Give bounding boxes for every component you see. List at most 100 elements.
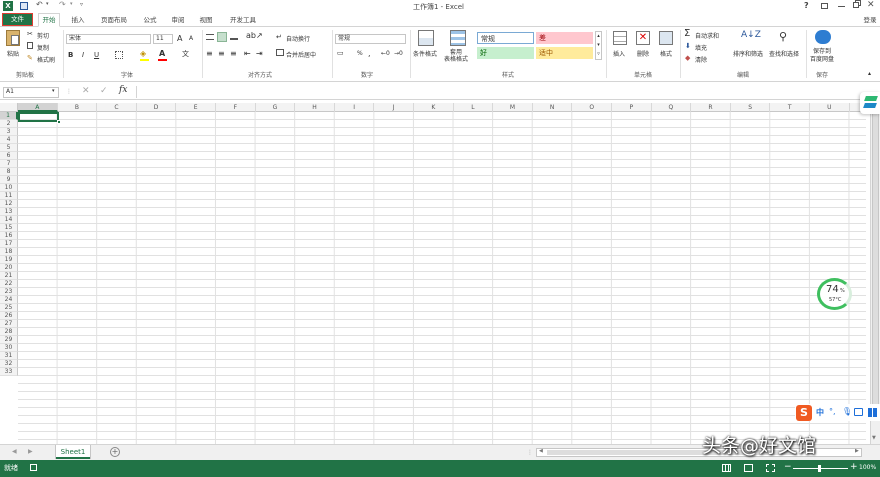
scroll-right-icon[interactable]: ▶ — [855, 448, 859, 454]
find-select-button[interactable]: 查找和选择 — [769, 49, 799, 58]
styles-scroll-icon[interactable]: ▴ ▾ ▿ — [595, 31, 602, 60]
scroll-left-icon[interactable]: ◀ — [539, 448, 543, 454]
row-header[interactable]: 16 — [0, 232, 18, 240]
cell-area[interactable] — [18, 112, 866, 444]
row-header[interactable]: 32 — [0, 360, 18, 368]
cut-icon[interactable]: ✂ — [27, 30, 33, 38]
format-cells-icon[interactable] — [659, 31, 673, 45]
scroll-down-icon[interactable]: ▼ — [872, 435, 876, 441]
row-header[interactable]: 28 — [0, 328, 18, 336]
zoom-out-icon[interactable]: − — [784, 462, 792, 472]
row-header[interactable]: 5 — [0, 144, 18, 152]
copy-icon[interactable] — [27, 42, 33, 49]
name-box-dropdown-icon[interactable]: ▾ — [52, 88, 55, 94]
scroll-thumb[interactable] — [872, 111, 879, 411]
borders-icon[interactable] — [115, 51, 123, 59]
close-icon[interactable]: ✕ — [867, 0, 875, 10]
align-center-icon[interactable]: ≡ — [218, 49, 225, 58]
align-right-icon[interactable]: ≡ — [230, 49, 237, 58]
page-layout-view-icon[interactable] — [744, 464, 753, 472]
zoom-slider-thumb[interactable] — [818, 465, 821, 472]
column-header[interactable]: A — [18, 103, 58, 112]
column-header[interactable]: R — [691, 103, 731, 112]
normal-view-icon[interactable] — [722, 464, 731, 472]
italic-button[interactable]: I — [82, 51, 84, 59]
tab-review[interactable]: 审阅 — [166, 14, 190, 26]
tab-page-layout[interactable]: 页面布局 — [96, 14, 132, 26]
increase-indent-icon[interactable]: ⇥ — [256, 49, 263, 58]
row-header[interactable]: 26 — [0, 312, 18, 320]
decrease-decimal-icon[interactable]: →0 — [394, 50, 403, 57]
row-header[interactable]: 14 — [0, 216, 18, 224]
row-header[interactable]: 23 — [0, 288, 18, 296]
row-header[interactable]: 7 — [0, 160, 18, 168]
tab-view[interactable]: 视图 — [194, 14, 218, 26]
wrap-text-icon[interactable]: ↵ — [276, 33, 282, 41]
row-header[interactable]: 6 — [0, 152, 18, 160]
row-header[interactable]: 17 — [0, 240, 18, 248]
page-break-view-icon[interactable] — [766, 464, 775, 472]
row-header[interactable]: 25 — [0, 304, 18, 312]
vertical-scrollbar[interactable]: ▲ ▼ — [870, 103, 880, 444]
style-good[interactable]: 好 — [477, 47, 534, 59]
delete-cells-icon[interactable]: ✕ — [636, 31, 650, 45]
autosum-button[interactable]: 自动求和 — [695, 31, 719, 40]
percent-button[interactable]: % — [357, 50, 363, 57]
insert-cells-button[interactable]: 插入 — [613, 49, 625, 58]
number-format-select[interactable]: 常规 — [335, 34, 406, 44]
sogou-logo-icon[interactable]: S — [796, 405, 812, 421]
fill-icon[interactable]: ⬇ — [685, 42, 691, 50]
find-select-icon[interactable]: ⚲ — [779, 30, 787, 43]
save-icon[interactable] — [20, 2, 28, 10]
tab-formulas[interactable]: 公式 — [138, 14, 162, 26]
worksheet-grid[interactable]: ABCDEFGHIJKLMNOPQRSTU 1 2 3 4 5 6 7 8 9 10 11 12 13 1… — [0, 103, 870, 444]
align-bottom-icon[interactable] — [230, 34, 238, 40]
column-header[interactable]: D — [137, 103, 177, 112]
comma-button[interactable]: , — [368, 49, 371, 58]
conditional-formatting-button[interactable]: 条件格式 — [413, 49, 437, 58]
format-as-table-button[interactable]: 套用 表格格式 — [444, 49, 468, 63]
voice-input-icon[interactable]: 🎙 — [842, 407, 852, 416]
minimize-icon[interactable] — [838, 6, 845, 7]
row-header[interactable]: 4 — [0, 136, 18, 144]
tab-split-grip-icon[interactable]: ⋮ — [527, 449, 533, 456]
format-cells-button[interactable]: 格式 — [660, 49, 672, 58]
column-header[interactable]: L — [454, 103, 494, 112]
column-header[interactable]: G — [256, 103, 296, 112]
row-header[interactable]: 2 — [0, 120, 18, 128]
decrease-indent-icon[interactable]: ⇤ — [244, 49, 251, 58]
font-name-select[interactable]: 宋体 — [66, 34, 151, 44]
column-header[interactable]: F — [216, 103, 256, 112]
side-panel-tab[interactable] — [860, 92, 880, 114]
fill-color-icon[interactable]: ◈ — [140, 49, 146, 58]
tab-developer[interactable]: 开发工具 — [224, 14, 262, 26]
performance-widget[interactable]: 74 % 57°C — [817, 278, 852, 310]
insert-function-icon[interactable]: fx — [119, 85, 127, 95]
paste-button[interactable]: 粘贴 — [7, 49, 19, 58]
row-header[interactable]: 18 — [0, 248, 18, 256]
row-header[interactable]: 11 — [0, 192, 18, 200]
column-header[interactable]: H — [295, 103, 335, 112]
prev-sheet-icon[interactable]: ◀ — [12, 448, 17, 455]
column-header[interactable]: C — [97, 103, 137, 112]
column-header[interactable]: O — [572, 103, 612, 112]
row-header[interactable]: 15 — [0, 224, 18, 232]
column-header[interactable]: Q — [652, 103, 692, 112]
save-baidu-button[interactable]: 保存到 百度网盘 — [810, 48, 834, 64]
ribbon-display-icon[interactable] — [821, 3, 828, 9]
ime-toolbar[interactable]: S 中 °, 🎙 — [795, 404, 880, 421]
next-sheet-icon[interactable]: ▶ — [28, 448, 33, 455]
font-size-select[interactable]: 11 — [153, 34, 173, 44]
row-header[interactable]: 31 — [0, 352, 18, 360]
column-header[interactable]: J — [374, 103, 414, 112]
row-header[interactable]: 27 — [0, 320, 18, 328]
row-header[interactable]: 20 — [0, 264, 18, 272]
undo-dropdown-icon[interactable]: ▾ — [46, 1, 49, 7]
column-header[interactable]: I — [335, 103, 375, 112]
clear-icon[interactable]: ◆ — [685, 54, 690, 62]
redo-icon[interactable]: ↷ — [59, 0, 66, 9]
row-header[interactable]: 3 — [0, 128, 18, 136]
help-icon[interactable]: ? — [804, 1, 809, 10]
punctuation-icon[interactable]: °, — [829, 407, 836, 416]
format-as-table-icon[interactable] — [450, 30, 466, 46]
